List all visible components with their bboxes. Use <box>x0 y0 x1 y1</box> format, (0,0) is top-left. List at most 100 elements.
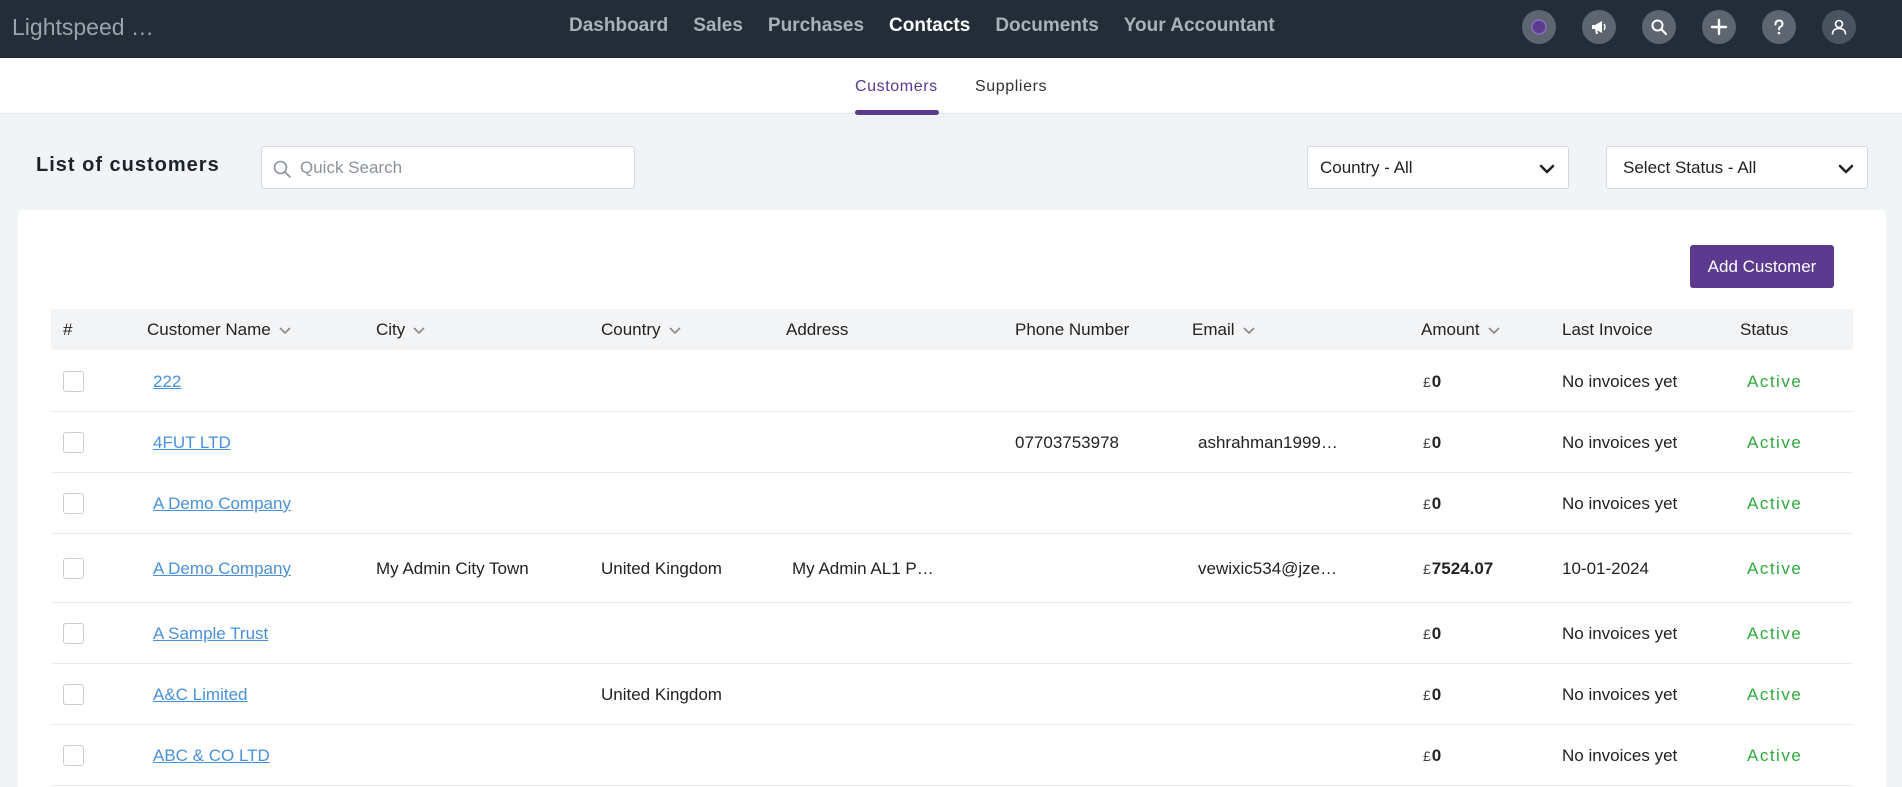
column-header-status: Status <box>1740 320 1789 339</box>
nav-dashboard[interactable]: Dashboard <box>569 15 668 37</box>
chevron-down-icon <box>668 326 681 334</box>
currency-symbol: £ <box>1423 748 1431 764</box>
table-header: # Customer Name City Country Address Pho… <box>51 309 1853 350</box>
column-header-address: Address <box>786 320 849 339</box>
search-icon[interactable] <box>1642 10 1676 44</box>
amount-cell: £0 <box>1423 372 1441 392</box>
amount-value: 0 <box>1431 685 1442 704</box>
app-title[interactable]: Lightspeed … <box>12 14 154 41</box>
amount-cell: £0 <box>1423 433 1441 453</box>
column-header-customer-name[interactable]: Customer Name <box>147 320 291 340</box>
amount-value: 0 <box>1431 624 1442 643</box>
page-title: List of customers <box>36 154 220 176</box>
country-filter-value: Country - All <box>1320 158 1413 177</box>
table-row: A Demo Company My Admin City Town United K… <box>51 534 1853 603</box>
last-invoice-cell: No invoices yet <box>1562 685 1678 704</box>
status-filter-select[interactable]: Select Status - All <box>1606 146 1868 189</box>
last-invoice-cell: No invoices yet <box>1562 494 1678 513</box>
row-checkbox[interactable] <box>63 493 84 514</box>
email-cell: ashrahman1999… <box>1198 433 1338 452</box>
chevron-down-icon <box>413 326 425 334</box>
nav-your-accountant[interactable]: Your Accountant <box>1124 15 1275 37</box>
user-icon[interactable] <box>1822 10 1856 44</box>
amount-cell: £0 <box>1423 494 1441 514</box>
country-filter-select[interactable]: Country - All <box>1307 146 1569 189</box>
column-header-amount[interactable]: Amount <box>1421 320 1500 340</box>
status-badge: Active <box>1747 746 1803 765</box>
row-checkbox[interactable] <box>63 558 84 579</box>
customer-name-link[interactable]: A Demo Company <box>153 494 291 514</box>
active-tab-indicator <box>855 110 939 115</box>
row-checkbox[interactable] <box>63 432 84 453</box>
chevron-down-icon <box>279 326 291 334</box>
search-input[interactable] <box>300 156 620 180</box>
nav-sales[interactable]: Sales <box>693 15 743 37</box>
column-header-city[interactable]: City <box>376 320 425 340</box>
quick-search <box>261 146 635 189</box>
currency-symbol: £ <box>1423 374 1431 390</box>
status-badge: Active <box>1747 624 1803 643</box>
chevron-down-icon <box>1838 164 1854 174</box>
last-invoice-cell: No invoices yet <box>1562 433 1678 452</box>
search-icon <box>273 160 291 178</box>
amount-value: 0 <box>1431 372 1442 391</box>
currency-symbol: £ <box>1423 626 1431 642</box>
contacts-subtabs: Customers Suppliers <box>0 58 1902 115</box>
last-invoice-cell: No invoices yet <box>1562 746 1678 765</box>
city-cell: My Admin City Town <box>376 559 529 578</box>
grammarly-icon[interactable] <box>1522 10 1556 44</box>
tab-customers[interactable]: Customers <box>855 78 938 96</box>
megaphone-icon[interactable] <box>1582 10 1616 44</box>
customer-name-link[interactable]: 4FUT LTD <box>153 433 231 453</box>
customer-name-link[interactable]: A Sample Trust <box>153 624 268 644</box>
row-checkbox[interactable] <box>63 623 84 644</box>
customer-name-link[interactable]: A Demo Company <box>153 559 291 579</box>
row-checkbox[interactable] <box>63 371 84 392</box>
column-header-label: City <box>376 320 406 339</box>
nav-contacts[interactable]: Contacts <box>889 15 970 37</box>
column-header-label: Customer Name <box>147 320 271 339</box>
chevron-down-icon <box>1488 326 1500 334</box>
currency-symbol: £ <box>1423 435 1431 451</box>
amount-value: 0 <box>1431 433 1442 452</box>
country-cell: United Kingdom <box>601 685 722 704</box>
help-icon[interactable] <box>1762 10 1796 44</box>
nav-purchases[interactable]: Purchases <box>768 15 864 37</box>
main-nav: Dashboard Sales Purchases Contacts Docum… <box>569 15 1300 37</box>
row-checkbox[interactable] <box>63 745 84 766</box>
column-header-label: Email <box>1192 320 1235 339</box>
amount-value: 0 <box>1431 494 1442 513</box>
country-cell: United Kingdom <box>601 559 722 578</box>
status-badge: Active <box>1747 372 1803 391</box>
table-row: A&C Limited United Kingdom No invoices yet… <box>51 664 1853 725</box>
email-cell: vewixic534@jze… <box>1198 559 1338 578</box>
column-header-index: # <box>63 320 73 339</box>
customer-name-link[interactable]: 222 <box>153 372 181 392</box>
table-row: 222 No invoices yet Active £0 <box>51 351 1853 412</box>
plus-icon[interactable] <box>1702 10 1736 44</box>
currency-symbol: £ <box>1423 561 1431 577</box>
amount-cell: £0 <box>1423 624 1441 644</box>
amount-value: 0 <box>1431 746 1442 765</box>
chevron-down-icon <box>1242 326 1255 334</box>
column-header-email[interactable]: Email <box>1192 320 1255 340</box>
currency-symbol: £ <box>1423 496 1431 512</box>
amount-cell: £7524.07 <box>1423 559 1493 579</box>
tab-suppliers[interactable]: Suppliers <box>975 78 1047 96</box>
row-checkbox[interactable] <box>63 684 84 705</box>
last-invoice-cell: 10-01-2024 <box>1562 559 1649 578</box>
column-header-last-invoice: Last Invoice <box>1562 320 1653 339</box>
customer-name-link[interactable]: A&C Limited <box>153 685 247 705</box>
status-badge: Active <box>1747 685 1803 704</box>
column-header-country[interactable]: Country <box>601 320 681 340</box>
customer-name-link[interactable]: ABC & CO LTD <box>153 746 270 766</box>
status-badge: Active <box>1747 494 1803 513</box>
amount-value: 7524.07 <box>1431 559 1494 578</box>
last-invoice-cell: No invoices yet <box>1562 372 1678 391</box>
add-customer-button[interactable]: Add Customer <box>1690 245 1834 288</box>
column-header-phone: Phone Number <box>1015 320 1130 339</box>
nav-documents[interactable]: Documents <box>995 15 1098 37</box>
table-row: ABC & CO LTD No invoices yet Active £0 <box>51 725 1853 786</box>
status-badge: Active <box>1747 433 1803 452</box>
amount-cell: £0 <box>1423 685 1441 705</box>
